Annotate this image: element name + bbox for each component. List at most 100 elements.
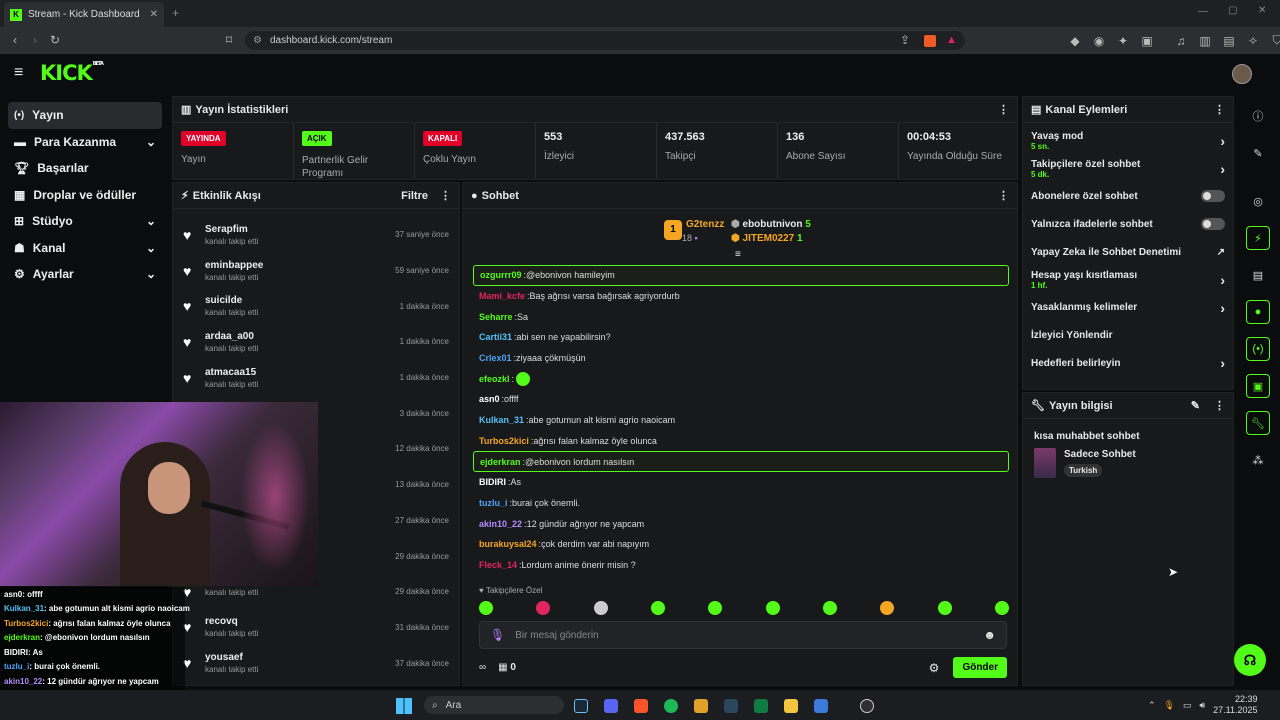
chat-username[interactable]: Turbos2kici [479,436,529,446]
chat-username[interactable]: Kulkan_31 [479,415,524,425]
chat-message[interactable]: asn0: offff [473,389,1009,410]
emote-icon[interactable] [650,601,665,615]
activity-item[interactable]: ♥ yousaef kanalı takip etti 37 dakika önce [173,645,459,681]
emote-icon[interactable] [708,601,723,615]
activity-item[interactable]: ♥ recovq kanalı takip etti 31 dakika önce [173,610,459,646]
users-icon[interactable]: ∞ [479,662,486,673]
forward-icon[interactable]: › [26,33,44,47]
sidebar-item-basarilar[interactable]: 🏆︎ Başarılar [8,155,162,182]
chat-username[interactable]: akin10_22 [479,519,522,529]
save-icon[interactable]: ▣ [1246,374,1270,398]
emote-icon[interactable] [994,601,1009,615]
file-explorer-icon[interactable] [784,698,798,713]
chat-username[interactable]: asn0 [479,394,500,404]
sidebar-item-kanal[interactable]: ☗ Kanal ⌄ [8,235,162,262]
steam-icon[interactable] [574,698,588,713]
hamburger-menu-icon[interactable]: ≡ [14,64,23,82]
site-info-icon[interactable]: ⚙ [253,35,262,46]
pencil-icon[interactable]: ✎ [1246,141,1270,165]
brave-shield-icon[interactable] [924,35,936,47]
emote-icon[interactable] [479,601,493,615]
chat-icon[interactable]: ● [1246,300,1270,324]
address-bar[interactable]: ⚙ dashboard.kick.com/stream [245,31,965,50]
chat-message[interactable]: Crlex01: ziyaaa çökmüşün [473,348,1009,369]
activity-item[interactable]: ♥ ardaa_a00 kanalı takip etti 1 dakika önce [173,324,459,360]
kick-logo[interactable]: KICKBETA [40,61,104,85]
emoji-icon[interactable]: ☻ [983,628,996,642]
chat-username[interactable]: Fleck_14 [479,560,517,570]
filter-button[interactable]: Filtre [401,190,428,202]
chat-username[interactable]: burakuysal24 [479,539,537,549]
volume-icon[interactable]: 🔊︎ [1200,700,1206,711]
chat-message[interactable]: Kulkan_31: abe gotumun alt kismi agrio n… [473,410,1009,431]
chat-message[interactable]: tuzlu_i: burai çok önemli. [473,493,1009,514]
activity-item[interactable]: ♥ eminbappee kanalı takip etti 59 saniye ön… [173,253,459,289]
avatar[interactable] [1232,64,1252,84]
new-tab-icon[interactable]: + [172,6,179,20]
discord-icon[interactable] [604,698,618,713]
wallet-icon[interactable]: ▤ [1220,34,1238,48]
emote-icon[interactable] [822,601,837,615]
chat-message[interactable]: efeozkl: [473,368,1009,389]
emote-icon[interactable] [880,601,895,615]
top-gifter-name[interactable]: ⬢ JITEM0227 1 [731,233,803,244]
steam-icon[interactable] [724,698,738,713]
channel-action-item[interactable]: Hedefleri belirleyin › [1023,349,1233,377]
camera-icon[interactable]: ◎ [1246,189,1270,213]
app-icon[interactable] [814,698,828,713]
tag-badge[interactable]: Turkish [1064,464,1103,477]
restore-icon[interactable]: ▢ [1228,5,1237,16]
channel-action-item[interactable]: Takipçilere özel sohbet 5 dk. › [1023,155,1233,183]
sidebar-item-para-kazanma[interactable]: ▬ Para Kazanma ⌄ [8,129,162,156]
category-name[interactable]: Sadece Sohbet [1064,449,1136,460]
brave-icon[interactable] [634,698,648,713]
toggle-switch[interactable] [1201,218,1225,231]
close-tab-icon[interactable]: ✕ [150,9,158,20]
emote-icon[interactable] [536,601,551,615]
spotify-icon[interactable] [664,698,678,713]
chat-message[interactable]: Mami_kcfe: Baş ağrısı varsa bağırsak agr… [473,286,1009,307]
channel-action-item[interactable]: Hesap yaşı kısıtlaması 1 hf. › [1023,266,1233,294]
more-options-icon[interactable]: ⋮ [998,103,1009,116]
chat-message[interactable]: akin10_22: 12 gündür ağrıyor ne yapcam [473,513,1009,534]
more-options-icon[interactable]: ⋮ [1214,103,1225,116]
emote-icon[interactable] [593,601,608,615]
puzzle-icon[interactable]: ✦ [1114,34,1132,48]
chat-username[interactable]: Seharre [479,312,513,322]
support-button[interactable]: ☊ [1234,644,1266,676]
chat-username[interactable]: BIDIRI [479,477,506,487]
reload-icon[interactable]: ↻ [46,33,64,47]
channel-action-item[interactable]: İzleyici Yönlendir [1023,322,1233,350]
emote-icon[interactable] [765,601,780,615]
chat-message[interactable]: ejderkran: @ebonivon lordum nasılsın [473,451,1009,472]
document-icon[interactable]: ▤ [1246,263,1270,287]
wrench-icon[interactable]: 🔧︎ [1246,411,1270,435]
channel-action-item[interactable]: Yalnızca ifadelerle sohbet [1023,210,1233,238]
top-gifter-name[interactable]: G2tenzz [686,219,724,230]
windows-start-icon[interactable] [396,697,412,714]
chevron-up-icon[interactable]: ⌃ [1148,700,1156,711]
display-icon[interactable]: ▭ [1183,700,1192,711]
activity-item[interactable]: ♥ Serapfim kanalı takip etti 37 saniye önce [173,217,459,253]
edit-icon[interactable]: ✎ [1191,399,1200,412]
sidebar-item-ayarlar[interactable]: ⚙ Ayarlar ⌄ [8,261,162,288]
channel-action-item[interactable]: Abonelere özel sohbet [1023,183,1233,211]
chat-message[interactable]: Cartii31: abi sen ne yapabilirsin? [473,327,1009,348]
obs-icon[interactable] [860,698,874,713]
back-icon[interactable]: ‹ [6,33,24,47]
more-options-icon[interactable]: ⋮ [1214,399,1225,412]
top-gifter-name[interactable]: ⬢ ebobutnivon 5 [731,219,811,230]
activity-item[interactable]: ♥ suicilde kanalı takip etti 1 dakika önce [173,288,459,324]
chat-username[interactable]: Cartii31 [479,332,512,342]
leo-ai-icon[interactable]: ✧ [1244,34,1262,48]
taskbar-search[interactable]: ⌕ Ara [424,696,564,714]
screenshot-icon[interactable]: ▣ [1138,34,1156,48]
app-icon[interactable] [694,698,708,713]
microphone-icon[interactable]: 🎙︎ [490,628,505,642]
chat-settings-icon[interactable]: ⚙ [929,661,940,675]
pinned-icon[interactable]: ▦ 0 [498,662,516,673]
chat-username[interactable]: ozgurrr09 [480,270,522,280]
vpn-icon[interactable]: ⛉ [1268,33,1280,48]
users-icon[interactable]: ⁂ [1246,448,1270,472]
bookmark-icon[interactable]: ⌑ [220,33,238,47]
